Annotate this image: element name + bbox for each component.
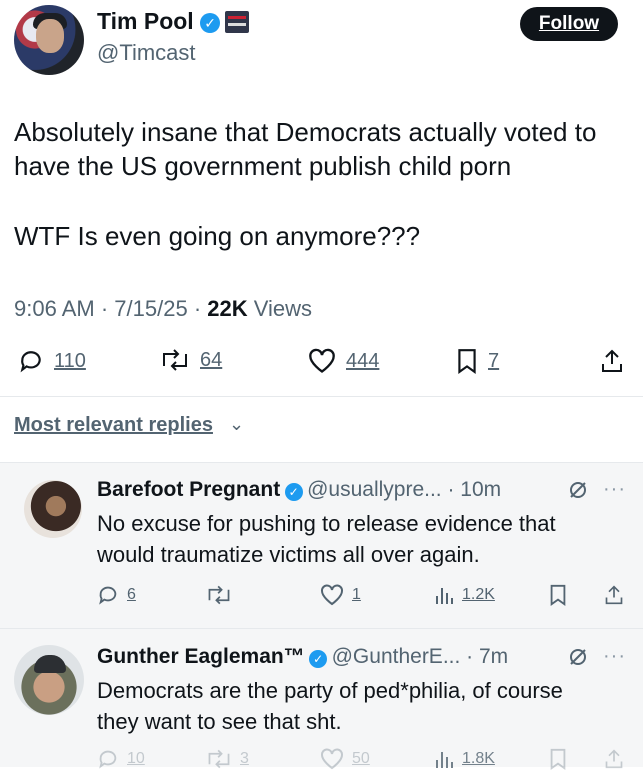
repost-count: 64 <box>200 348 223 371</box>
bookmark-count: 7 <box>488 349 500 372</box>
reply-repost-button[interactable] <box>206 584 232 606</box>
heart-icon <box>321 584 343 606</box>
tweet-text-line: WTF Is even going on anymore??? <box>14 221 421 251</box>
reply-text: No excuse for pushing to release evidenc… <box>97 508 617 570</box>
avatar-face <box>36 19 64 53</box>
repost-icon <box>208 585 230 605</box>
tweet-text-line: have the US government publish child por… <box>14 151 512 181</box>
share-icon <box>605 585 623 605</box>
flag-badge-icon <box>225 11 249 33</box>
repost-count: 3 <box>240 750 249 767</box>
author-avatar[interactable] <box>14 5 84 75</box>
views-count: 1.8K <box>462 750 495 767</box>
reply-text-line: would traumatize victims all over again. <box>97 542 480 567</box>
follow-button[interactable]: Follow <box>520 7 618 41</box>
divider <box>0 396 643 397</box>
avatar-cap <box>34 655 66 673</box>
reply-text: Democrats are the party of ped*philia, o… <box>97 675 617 737</box>
author-handle[interactable]: @Timcast <box>97 40 196 66</box>
heart-icon <box>309 348 335 373</box>
like-count: 1 <box>352 586 361 603</box>
divider <box>0 628 643 629</box>
share-icon <box>602 349 622 372</box>
bookmark-icon <box>550 584 566 606</box>
share-button[interactable] <box>600 348 624 374</box>
reply-like-button[interactable]: 1 <box>320 584 361 606</box>
reply-author-name[interactable]: Barefoot Pregnant <box>97 478 280 501</box>
chevron-down-icon[interactable]: ⌄ <box>229 414 244 435</box>
reply-avatar[interactable] <box>24 480 82 538</box>
grok-icon[interactable] <box>568 480 588 505</box>
more-options-icon[interactable]: ··· <box>603 645 626 668</box>
reply-text-line: No excuse for pushing to release evidenc… <box>97 511 556 536</box>
like-count: 50 <box>352 750 370 767</box>
bookmark-button[interactable]: 7 <box>456 348 499 374</box>
divider <box>0 462 643 463</box>
reply-count: 6 <box>127 586 136 603</box>
views-count: 22K <box>207 296 248 321</box>
tweet-meta: 9:06 AM · 7/15/25 · 22K Views <box>14 296 312 322</box>
reply-author-name[interactable]: Gunther Eagleman™ <box>97 645 305 668</box>
tweet-text-line: Absolutely insane that Democrats actuall… <box>14 117 597 147</box>
verified-icon: ✓ <box>309 649 328 668</box>
sort-replies-button[interactable]: Most relevant replies <box>14 414 213 437</box>
like-count: 444 <box>346 349 380 372</box>
author-name-text: Tim Pool <box>97 8 194 34</box>
reply-header: Barefoot Pregnant ✓ @usuallypre... · 10m <box>97 478 501 502</box>
tweet-date[interactable]: 7/15/25 <box>114 296 187 321</box>
repost-icon <box>163 349 187 371</box>
tweet-text: Absolutely insane that Democrats actuall… <box>14 115 634 253</box>
views-label: Views <box>253 296 313 321</box>
views-icon <box>436 588 453 604</box>
reply-button[interactable]: 110 <box>18 348 86 374</box>
meta-separator: · <box>100 296 109 321</box>
reply-text-line: they want to see that sht. <box>97 709 342 734</box>
reply-icon <box>20 351 41 373</box>
reply-handle-time[interactable]: @usuallypre... · 10m <box>307 478 501 501</box>
reply-reply-button[interactable]: 6 <box>97 584 136 606</box>
reply-count: 110 <box>54 349 86 372</box>
reply-bookmark-button[interactable] <box>548 584 568 606</box>
reply-handle-time[interactable]: @GuntherE... · 7m <box>332 645 509 668</box>
grok-icon[interactable] <box>568 647 588 672</box>
reply-views-button[interactable]: 1.2K <box>434 584 495 606</box>
reply-icon <box>99 586 117 605</box>
verified-icon: ✓ <box>200 12 221 33</box>
more-options-icon[interactable]: ··· <box>603 478 626 501</box>
repost-button[interactable]: 64 <box>160 348 222 372</box>
author-name[interactable]: Tim Pool ✓ <box>97 8 221 35</box>
reply-avatar[interactable] <box>14 645 84 715</box>
reply-share-button[interactable] <box>604 584 624 606</box>
reply-text-line: Democrats are the party of ped*philia, o… <box>97 678 563 703</box>
views-count: 1.2K <box>462 586 495 603</box>
bookmark-icon <box>458 349 476 374</box>
meta-separator: · <box>193 296 202 321</box>
tweet-time[interactable]: 9:06 AM <box>14 296 95 321</box>
verified-icon: ✓ <box>284 482 303 501</box>
reply-header: Gunther Eagleman™ ✓ @GuntherE... · 7m <box>97 645 508 669</box>
reply-count: 10 <box>127 750 145 767</box>
like-button[interactable]: 444 <box>308 348 379 374</box>
